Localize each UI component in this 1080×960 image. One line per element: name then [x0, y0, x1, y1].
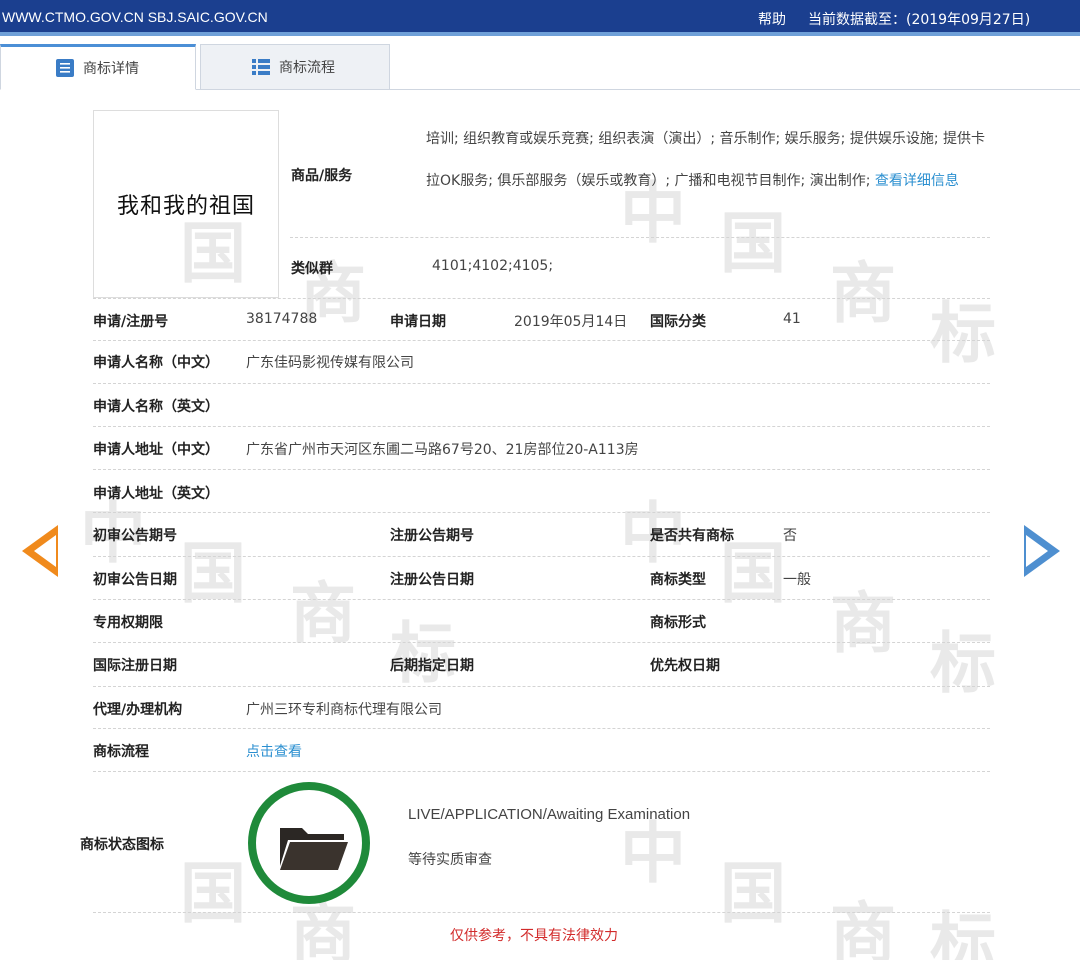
reg-no-label: 申请/注册号: [93, 314, 169, 330]
divider: [93, 912, 990, 913]
tab-label: 商标详情: [83, 61, 139, 77]
view-details-link[interactable]: 查看详细信息: [875, 173, 959, 189]
tab-trademark-detail[interactable]: 商标详情: [0, 44, 196, 90]
status-text-cn: 等待实质审查: [408, 852, 492, 868]
goods-services-value: 培训; 组织教育或娱乐竞赛; 组织表演（演出）; 音乐制作; 娱乐服务; 提供娱…: [426, 118, 991, 202]
watermark: 标: [930, 294, 996, 372]
applicant-cn-label: 申请人名称（中文）: [93, 355, 219, 371]
help-link[interactable]: 帮助: [758, 9, 786, 29]
similar-group-value: 4101;4102;4105;: [432, 258, 554, 274]
divider: [93, 771, 990, 772]
address-cn-label: 申请人地址（中文）: [93, 442, 219, 458]
divider: [290, 237, 990, 238]
intl-class-value: 41: [783, 311, 801, 327]
watermark: 商: [830, 584, 896, 662]
next-arrow-icon[interactable]: [1024, 525, 1060, 577]
list-icon: [251, 57, 271, 77]
folder-icon: [280, 828, 348, 870]
divider: [93, 298, 990, 299]
priority-date-label: 优先权日期: [650, 658, 720, 674]
divider: [93, 469, 990, 470]
prelim-pub-no-label: 初审公告期号: [93, 528, 177, 544]
watermark: 商: [830, 254, 896, 332]
divider: [93, 426, 990, 427]
divider: [93, 599, 990, 600]
applicant-en-label: 申请人名称（英文）: [93, 399, 219, 415]
reg-pub-no-label: 注册公告期号: [390, 528, 474, 544]
divider: [93, 728, 990, 729]
divider: [93, 556, 990, 557]
watermark: 国: [180, 534, 246, 612]
previous-arrow-icon[interactable]: [22, 525, 58, 577]
mark-type-value: 一般: [783, 572, 811, 588]
address-en-label: 申请人地址（英文）: [93, 486, 219, 502]
applicant-cn-value: 广东佳码影视传媒有限公司: [246, 355, 414, 371]
watermark: 标: [930, 624, 996, 702]
disclaimer: 仅供参考，不具有法律效力: [450, 928, 618, 944]
divider: [93, 512, 990, 513]
later-designation-label: 后期指定日期: [390, 658, 474, 674]
mark-form-label: 商标形式: [650, 615, 706, 631]
exclusive-period-label: 专用权期限: [93, 615, 163, 631]
app-date-value: 2019年05月14日: [514, 314, 628, 330]
data-cutoff-date: 当前数据截至：(2019年09月27日): [808, 12, 1031, 28]
intl-reg-date-label: 国际注册日期: [93, 658, 177, 674]
tab-bar: 商标详情 商标流程: [0, 44, 1080, 90]
similar-group-label: 类似群: [291, 261, 333, 277]
divider: [93, 642, 990, 643]
divider: [93, 383, 990, 384]
divider: [93, 340, 990, 341]
document-lines-icon: [55, 58, 75, 78]
app-date-label: 申请日期: [390, 314, 446, 330]
tab-trademark-process[interactable]: 商标流程: [200, 44, 390, 90]
process-label: 商标流程: [93, 744, 149, 760]
intl-class-label: 国际分类: [650, 314, 706, 330]
watermark: 国: [180, 854, 246, 932]
status-ring: [248, 782, 370, 904]
tab-label: 商标流程: [279, 60, 335, 76]
divider: [93, 686, 990, 687]
status-text-en: LIVE/APPLICATION/Awaiting Examination: [408, 806, 691, 823]
site-url[interactable]: WWW.CTMO.GOV.CN SBJ.SAIC.GOV.CN: [2, 9, 268, 25]
shared-mark-value: 否: [783, 528, 797, 544]
trademark-image-text: 我和我的祖国: [116, 194, 255, 219]
trademark-image: 我和我的祖国: [93, 110, 279, 298]
agent-value: 广州三环专利商标代理有限公司: [246, 702, 442, 718]
watermark: 标: [390, 614, 456, 692]
agent-label: 代理/办理机构: [93, 702, 183, 718]
view-process-link[interactable]: 点击查看: [246, 741, 302, 761]
watermark: 商: [830, 894, 896, 960]
address-cn-value: 广东省广州市天河区东圃二马路67号20、21房部位20-A113房: [246, 442, 639, 458]
watermark: 国: [720, 854, 786, 932]
top-bar: WWW.CTMO.GOV.CN SBJ.SAIC.GOV.CN 帮助 当前数据截…: [0, 0, 1080, 36]
status-icon-label: 商标状态图标: [80, 837, 164, 853]
watermark: 国: [720, 204, 786, 282]
reg-pub-date-label: 注册公告日期: [390, 572, 474, 588]
reg-no-value: 38174788: [246, 311, 318, 327]
watermark: 标: [930, 904, 996, 960]
goods-services-label: 商品/服务: [291, 168, 353, 184]
prelim-pub-date-label: 初审公告日期: [93, 572, 177, 588]
shared-mark-label: 是否共有商标: [650, 528, 734, 544]
mark-type-label: 商标类型: [650, 572, 706, 588]
